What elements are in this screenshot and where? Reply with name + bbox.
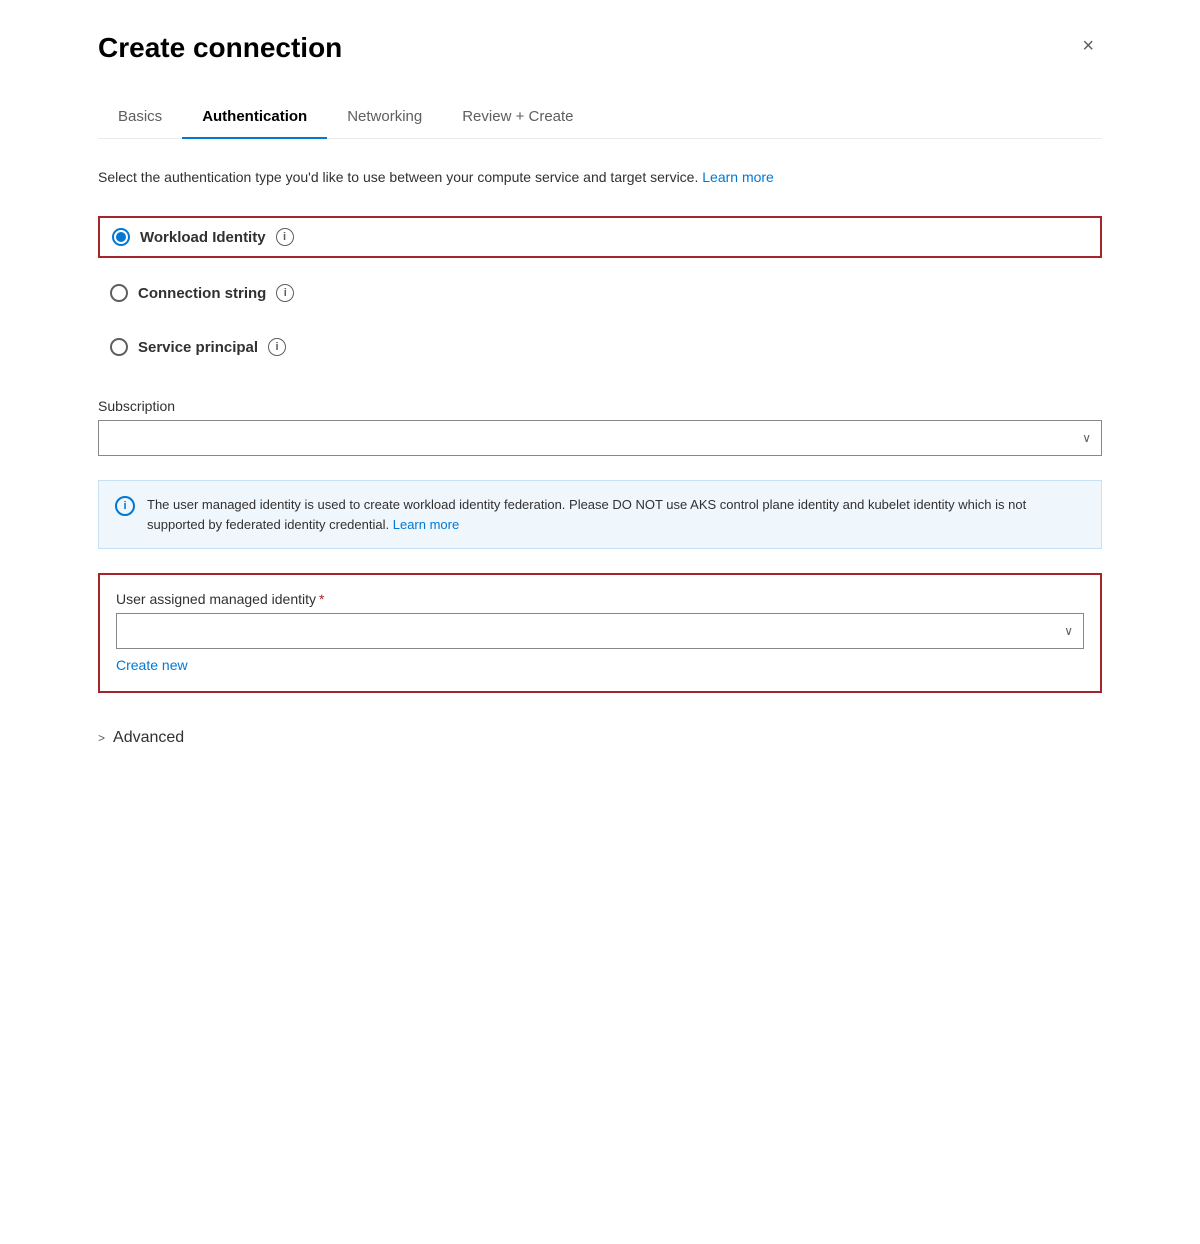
identity-dropdown[interactable]: ∨ [116, 613, 1084, 649]
info-box-icon: i [115, 496, 135, 516]
info-box: i The user managed identity is used to c… [98, 480, 1102, 549]
identity-chevron-icon: ∨ [1064, 624, 1073, 638]
advanced-label: Advanced [113, 729, 184, 747]
tab-basics[interactable]: Basics [98, 96, 182, 139]
tab-networking[interactable]: Networking [327, 96, 442, 139]
radio-input-workload-identity [112, 228, 130, 246]
subscription-section: Subscription ∨ [98, 398, 1102, 456]
subscription-chevron-icon: ∨ [1082, 431, 1091, 445]
radio-label-workload-identity: Workload Identity [140, 229, 266, 246]
connection-string-info-icon[interactable]: i [276, 284, 294, 302]
subscription-dropdown[interactable]: ∨ [98, 420, 1102, 456]
info-box-text: The user managed identity is used to cre… [147, 495, 1085, 534]
radio-service-principal[interactable]: Service principal i [98, 328, 1102, 366]
advanced-chevron-icon: > [98, 731, 105, 745]
tab-review-create[interactable]: Review + Create [442, 96, 593, 139]
auth-description: Select the authentication type you'd lik… [98, 167, 1102, 188]
radio-workload-identity[interactable]: Workload Identity i [98, 216, 1102, 258]
info-box-learn-more-link[interactable]: Learn more [393, 517, 459, 532]
workload-identity-info-icon[interactable]: i [276, 228, 294, 246]
tab-bar: Basics Authentication Networking Review … [98, 96, 1102, 139]
subscription-label: Subscription [98, 398, 1102, 414]
page-title: Create connection [98, 32, 342, 64]
tab-authentication[interactable]: Authentication [182, 96, 327, 139]
identity-section: User assigned managed identity* ∨ Create… [98, 573, 1102, 693]
radio-input-connection-string [110, 284, 128, 302]
radio-label-connection-string: Connection string [138, 285, 266, 302]
radio-label-service-principal: Service principal [138, 339, 258, 356]
close-button[interactable]: × [1074, 32, 1102, 60]
panel-header: Create connection × [98, 32, 1102, 64]
radio-input-service-principal [110, 338, 128, 356]
required-asterisk: * [319, 591, 324, 607]
learn-more-link[interactable]: Learn more [702, 169, 774, 185]
identity-label: User assigned managed identity* [116, 591, 1084, 607]
advanced-section: > Advanced [98, 721, 1102, 755]
service-principal-info-icon[interactable]: i [268, 338, 286, 356]
advanced-toggle-button[interactable]: > Advanced [98, 721, 184, 755]
radio-connection-string[interactable]: Connection string i [98, 274, 1102, 312]
create-new-link[interactable]: Create new [116, 657, 188, 673]
auth-radio-group: Workload Identity i Connection string i … [98, 216, 1102, 366]
